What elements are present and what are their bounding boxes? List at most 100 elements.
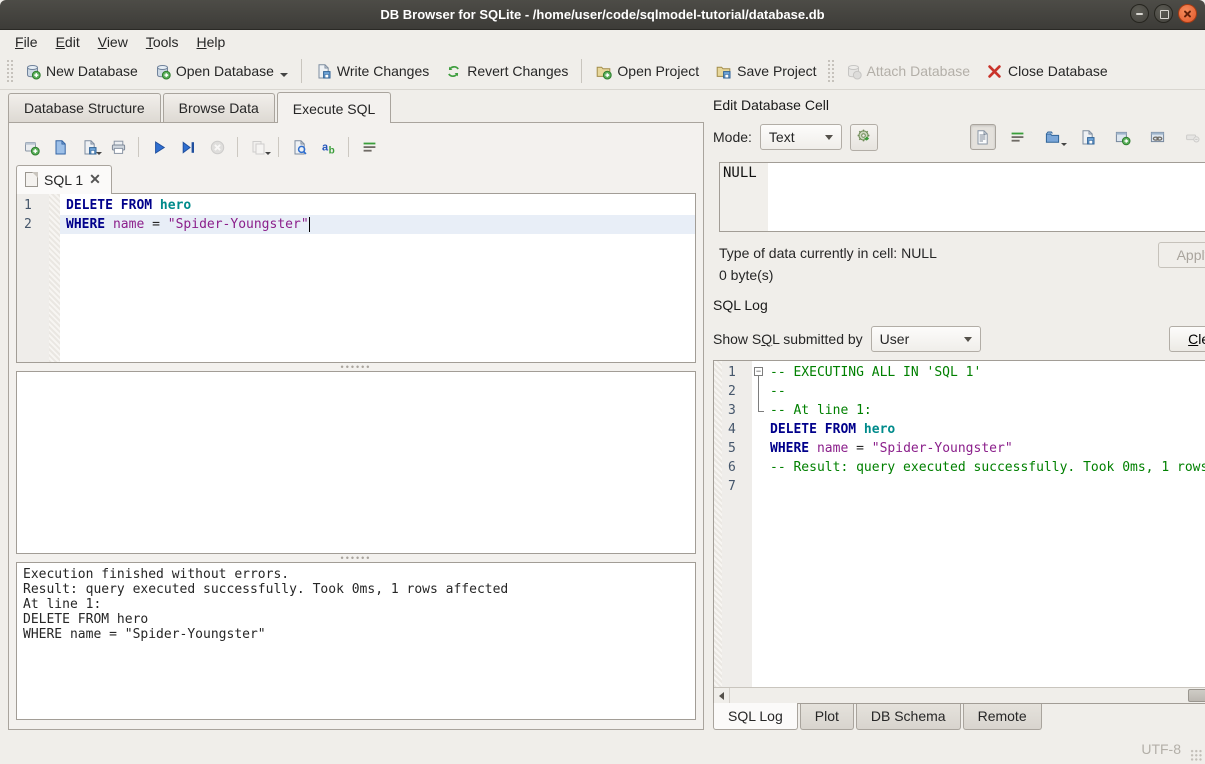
tab-execute-sql[interactable]: Execute SQL [277,92,392,123]
dock-tab-sql-log[interactable]: SQL Log [713,703,798,730]
open-url-icon [1149,129,1166,146]
menu-view[interactable]: View [89,32,137,52]
log-fold-cell [752,458,768,477]
open-url-button[interactable] [1145,124,1171,150]
app-window: DB Browser for SQLite - /home/user/code/… [0,0,1205,764]
text-document-icon [974,129,991,146]
log-line-2: -- [770,382,1205,401]
tab-browse-data[interactable]: Browse Data [163,93,275,122]
menu-tools[interactable]: Tools [137,32,188,52]
toolbar-button-label: Attach Database [867,63,971,79]
import-file-icon [1044,129,1061,146]
dock-tab-db-schema[interactable]: DB Schema [856,704,961,730]
auto-format-button[interactable]: ab [315,134,341,160]
sql-log-title: SQL Log [713,297,768,313]
word-wrap-button[interactable] [1005,124,1031,150]
cell-mode-row: Mode: Text [713,118,1205,156]
text-document-button[interactable] [970,124,996,150]
resize-grip[interactable] [1190,749,1203,762]
maximize-button[interactable] [1154,4,1173,23]
execute-all-button[interactable] [146,134,172,160]
sql-tab-label: SQL 1 [44,172,83,188]
sql-log-view: 1234567 − -- EXECUTING ALL IN 'SQL 1'---… [713,360,1205,704]
cell-value-editor[interactable]: NULL [719,162,1205,232]
log-fold-cell [752,420,768,439]
dropdown-caret-icon[interactable] [1061,143,1067,146]
log-filter-label: Show SQL submitted by [713,331,863,347]
log-horizontal-scrollbar[interactable] [714,687,1205,703]
tab-database-structure[interactable]: Database Structure [8,93,161,122]
open-database-button[interactable]: Open Database [146,59,296,84]
open-project-icon [595,63,612,80]
dropdown-caret-icon[interactable] [280,73,288,77]
editor-code-area[interactable]: DELETE FROM heroWHERE name = "Spider-You… [60,194,695,362]
export-file-icon [1079,129,1096,146]
cell-type-text: Type of data currently in cell: NULL [719,242,937,264]
print-button[interactable] [105,134,131,160]
execute-all-icon [151,139,168,156]
toolbar-button-label: Open Database [176,63,274,79]
log-filter-select[interactable]: User [871,326,981,352]
save-sql-file-button[interactable] [76,134,102,160]
write-changes-button[interactable]: Write Changes [307,59,437,84]
scrollbar-track[interactable] [730,688,1205,703]
write-changes-icon [315,63,332,80]
sql-subtab-bar: SQL 1 ✕ [16,163,696,193]
new-database-button[interactable]: New Database [16,59,146,84]
open-sql-file-button[interactable] [47,134,73,160]
execute-sql-frame: ab SQL 1 ✕ 12 DELETE FROM heroWHERE name… [8,122,704,730]
results-pane[interactable] [16,371,696,554]
fold-collapse-icon[interactable]: − [752,363,768,382]
mode-select[interactable]: Text [760,124,842,150]
export-file-button[interactable] [1075,124,1101,150]
toolbar-handle[interactable] [827,59,835,83]
new-database-icon [24,63,41,80]
revert-changes-button[interactable]: Revert Changes [437,59,576,84]
sql-editor[interactable]: 12 DELETE FROM heroWHERE name = "Spider-… [16,193,696,363]
save-project-button[interactable]: Save Project [707,59,824,84]
cell-text-area[interactable] [768,163,1205,231]
dropdown-caret-icon[interactable] [96,152,102,155]
word-wrap-button[interactable] [356,134,382,160]
log-fold-margin[interactable]: − [752,361,768,687]
find-replace-icon [291,139,308,156]
auto-apply-button[interactable] [850,124,878,151]
open-in-window-button[interactable] [1110,124,1136,150]
find-replace-button[interactable] [286,134,312,160]
execute-current-line-button[interactable] [175,134,201,160]
clear-log-button[interactable]: Clear [1169,326,1205,352]
word-wrap-icon [1009,129,1026,146]
editor-line-1: DELETE FROM hero [60,196,695,215]
minimize-button[interactable] [1130,4,1149,23]
close-button[interactable] [1178,4,1197,23]
dock-tab-remote[interactable]: Remote [963,704,1042,730]
dock-tab-plot[interactable]: Plot [800,704,854,730]
sql-editor-toolbar: ab [16,131,696,163]
editor-results-splitter[interactable]: •••••• [16,363,696,371]
dock-tab-bar: SQL LogPlotDB SchemaRemote [713,704,1205,734]
menu-file[interactable]: File [6,32,47,52]
scroll-left-arrow[interactable] [714,688,730,703]
sql-tab-close-icon[interactable]: ✕ [89,171,101,188]
menu-edit[interactable]: Edit [47,32,89,52]
execute-current-line-icon [180,139,197,156]
toolbar-handle[interactable] [6,59,14,83]
log-code-area[interactable]: -- EXECUTING ALL IN 'SQL 1'---- At line … [768,361,1205,687]
toolbar-button-label: Write Changes [337,63,429,79]
gear-icon [855,127,872,147]
results-message-splitter[interactable]: •••••• [16,554,696,562]
close-database-button[interactable]: Close Database [978,59,1116,84]
menu-help[interactable]: Help [188,32,235,52]
log-fold-cell [752,477,768,496]
toolbar-separator [138,137,139,157]
dropdown-caret-icon[interactable] [265,152,271,155]
open-project-button[interactable]: Open Project [587,59,707,84]
text-cursor [309,217,310,232]
sql-tab[interactable]: SQL 1 ✕ [16,165,112,194]
scrollbar-thumb[interactable] [1188,689,1205,702]
import-file-button[interactable] [1040,124,1066,150]
new-sql-tab-button[interactable] [18,134,44,160]
cell-size-text: 0 byte(s) [719,264,937,286]
log-line-numbers: 1234567 [722,361,752,687]
svg-text:b: b [328,145,334,156]
